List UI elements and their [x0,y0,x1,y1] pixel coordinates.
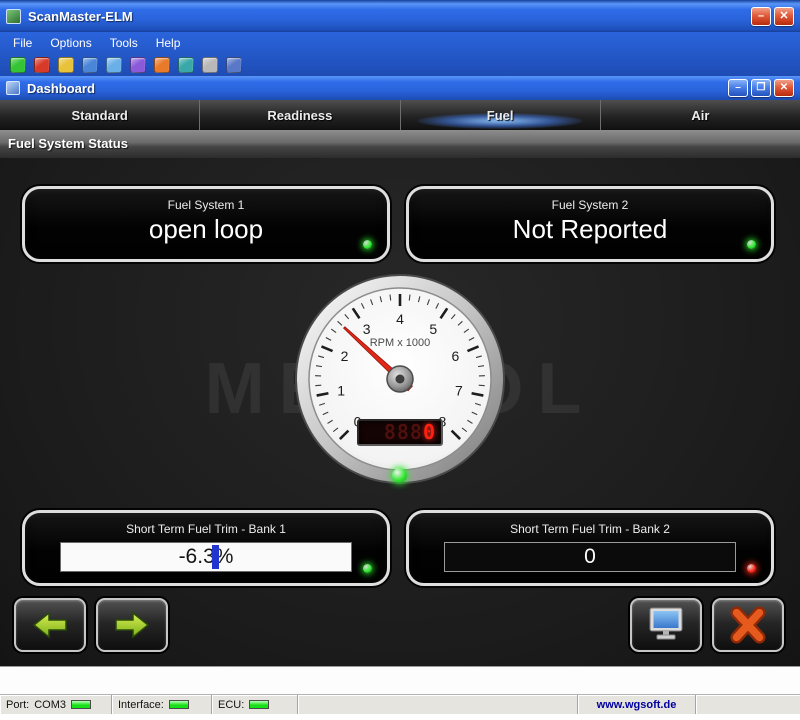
previous-page-button[interactable] [14,598,86,652]
port-label: Port: [6,698,30,711]
left-arrow-icon [32,611,67,639]
statusbar-spacer [298,695,578,714]
dashboard-content: METOOL Fuel System 1 open loop Fuel Syst… [0,158,800,666]
minimize-button[interactable]: – [751,6,771,26]
app-title: ScanMaster-ELM [28,8,133,24]
tab-standard[interactable]: Standard [0,100,199,130]
dashboard-titlebar: Dashboard – ❐ ✕ [0,76,800,100]
interface-status-led [168,700,189,709]
right-arrow-icon [115,611,150,639]
ecu-label: ECU: [218,698,245,711]
monitor-icon[interactable] [106,57,122,73]
stft-bank-1-panel: Short Term Fuel Trim - Bank 1 -6.3% [22,510,390,586]
fuel-system-2-value: Not Reported [512,214,668,244]
digital-ghost-digits: 888 [383,420,423,444]
tabbar: Standard Readiness Fuel Air [0,100,800,130]
monitor-icon [649,607,683,640]
tab-fuel[interactable]: Fuel [399,100,600,130]
dashboard-title: Dashboard [27,80,95,96]
dashboard-minimize-button[interactable]: – [728,79,748,97]
statusbar-ecu-section: ECU: [212,695,298,714]
svg-text:4: 4 [396,311,404,327]
dashboard-icon[interactable] [130,57,146,73]
svg-text:2: 2 [341,348,349,364]
dashboard-maximize-button[interactable]: ❐ [751,79,771,97]
menu-tools[interactable]: Tools [101,32,147,54]
statusbar-end-spacer [696,695,800,714]
menubar: File Options Tools Help [0,32,800,54]
menu-help[interactable]: Help [147,32,190,54]
stft-bank-1-label: Short Term Fuel Trim - Bank 1 [126,522,286,536]
fuel-system-1-value: open loop [148,214,264,244]
connect-icon[interactable] [10,57,26,73]
stft-bank-2-led [747,564,756,573]
menu-options[interactable]: Options [41,32,100,54]
ecu-status-led [249,700,270,709]
settings-icon[interactable] [202,57,218,73]
fuel-system-2-label: Fuel System 2 [551,198,629,212]
next-page-button[interactable] [96,598,168,652]
statusbar: Port: COM3 Interface: ECU: www.wgsoft.de [0,694,800,714]
monitor-view-button[interactable] [630,598,702,652]
dashboard-window-icon [6,81,20,95]
app-icon [6,8,21,24]
port-status-led [71,700,92,709]
fuel-system-1-led [363,240,372,249]
section-header: Fuel System Status [0,130,800,158]
website-link[interactable]: www.wgsoft.de [597,699,677,711]
stft-bank-2-field[interactable]: 0 [444,542,736,572]
stft-bank-1-field[interactable]: -6.3% [60,542,352,572]
save-icon[interactable] [82,57,98,73]
statusbar-interface-section: Interface: [112,695,212,714]
rpm-gauge-dial: RPM x 1000 012345678 [295,274,505,484]
digital-value: 0 [422,420,436,444]
help-icon[interactable] [226,57,242,73]
svg-text:3: 3 [363,321,371,337]
svg-text:7: 7 [455,383,463,399]
fuel-system-1-panel: Fuel System 1 open loop [22,186,390,262]
fuel-system-1-label: Fuel System 1 [167,198,245,212]
tab-air[interactable]: Air [599,100,800,130]
rpm-digital-display: 8880 [357,419,443,446]
interface-label: Interface: [118,698,164,711]
fuel-system-2-led [747,240,756,249]
stft-bank-2-label: Short Term Fuel Trim - Bank 2 [510,522,670,536]
text-cursor [212,545,219,569]
codes-icon[interactable] [154,57,170,73]
open-icon[interactable] [58,57,74,73]
toolbar [0,54,800,76]
svg-text:5: 5 [429,321,437,337]
svg-text:6: 6 [452,348,460,364]
dashboard-close-button[interactable]: ✕ [774,79,794,97]
graph-icon[interactable] [178,57,194,73]
menu-file[interactable]: File [4,32,41,54]
app-titlebar: ScanMaster-ELM – ✕ [0,0,800,32]
tab-readiness[interactable]: Readiness [199,100,399,130]
statusbar-port-section: Port: COM3 [0,695,112,714]
statusbar-website-section: www.wgsoft.de [578,695,696,714]
window-lower-band [0,666,800,694]
stft-bank-2-value: 0 [584,545,596,568]
svg-text:1: 1 [337,383,345,399]
close-button[interactable]: ✕ [774,6,794,26]
gauge-status-led [392,468,407,483]
stft-bank-1-value: -6.3% [178,545,234,568]
rpm-gauge: RPM x 1000 012345678 8880 [293,272,507,486]
port-value: COM3 [34,698,67,711]
fuel-system-2-panel: Fuel System 2 Not Reported [406,186,774,262]
red-x-icon [730,606,766,644]
gauge-unit-label: RPM x 1000 [370,337,431,349]
stft-bank-1-led [363,564,372,573]
stft-bank-2-panel: Short Term Fuel Trim - Bank 2 0 [406,510,774,586]
disconnect-icon[interactable] [34,57,50,73]
exit-dashboard-button[interactable] [712,598,784,652]
